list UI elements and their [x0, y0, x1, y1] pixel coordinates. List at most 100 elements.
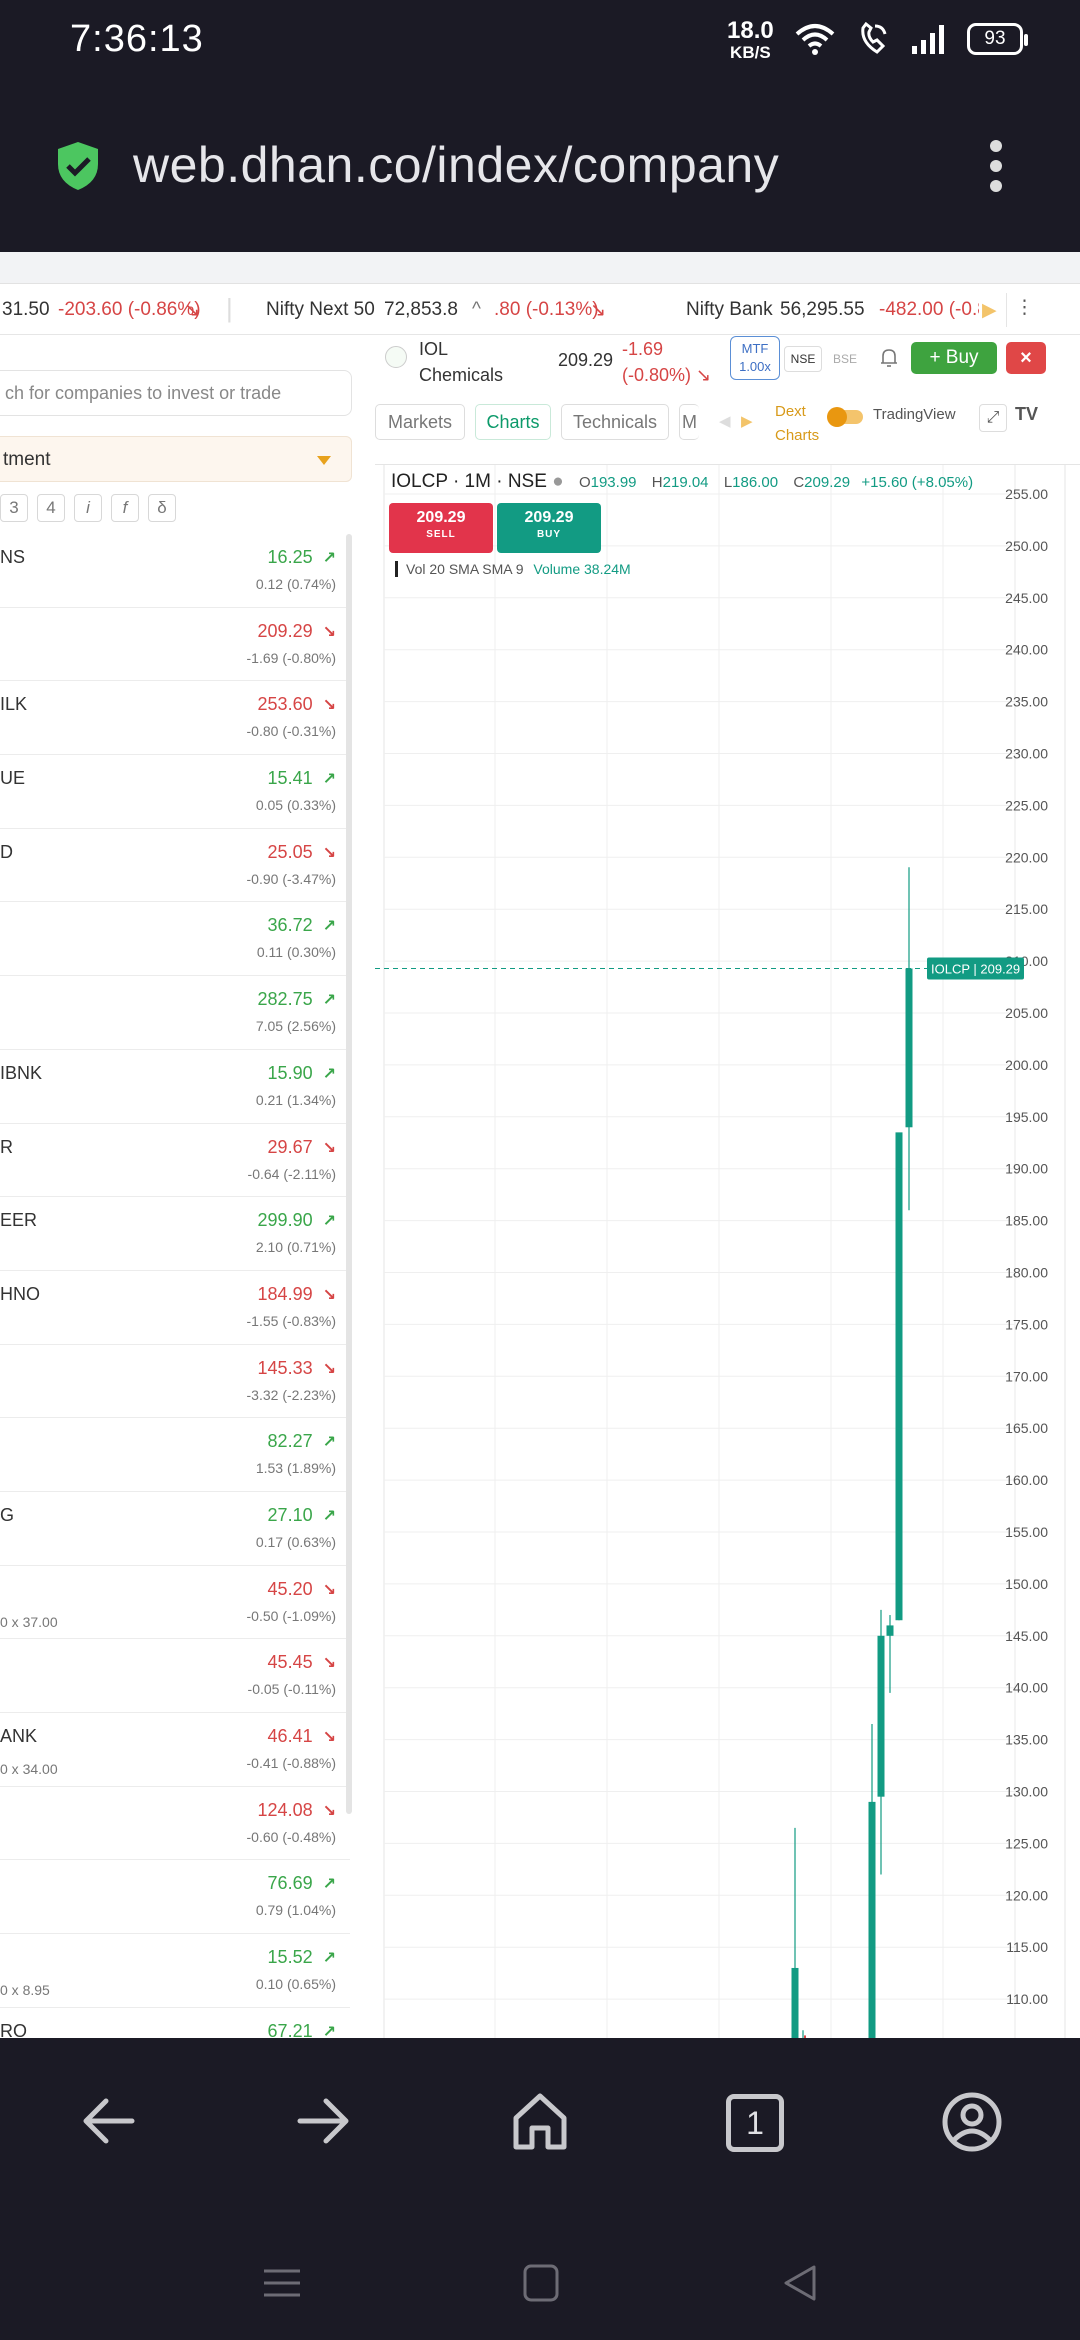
down-arrow-icon: ↘ — [696, 365, 712, 385]
expand-icon[interactable]: ⤢ — [979, 404, 1007, 432]
list-item[interactable]: EER 299.90 ↗ 2.10 (0.71%) — [0, 1197, 350, 1271]
price-chart[interactable]: 255.00 250.00 245.00 240.00 235.00 230.00 225.… — [375, 464, 1080, 2038]
y-axis-tick-label: 140.00 — [1005, 1680, 1048, 1696]
buy-button[interactable]: + Buy — [911, 342, 997, 374]
list-item[interactable]: R 29.67 ↘ -0.64 (-2.11%) — [0, 1124, 350, 1198]
watchlist-chip[interactable]: 3 — [0, 494, 28, 522]
stock-change: 0.21 (1.34%) — [255, 1091, 336, 1108]
up-arrow-icon: ↗ — [322, 1065, 336, 1083]
list-item[interactable]: 76.69 ↗ 0.79 (1.04%) — [0, 1860, 350, 1935]
list-item[interactable]: 0 x 8.95 15.52 ↗ 0.10 (0.65%) — [0, 1934, 350, 2008]
stock-price: 145.33 — [257, 1357, 313, 1378]
candle-body — [868, 1801, 876, 2038]
list-item[interactable]: 124.08 ↘ -0.60 (-0.48%) — [0, 1787, 350, 1861]
exchange-nse-button[interactable]: NSE — [784, 346, 822, 372]
y-axis-tick-label: 205.00 — [1005, 1005, 1048, 1021]
exchange-bse-button[interactable]: BSE — [826, 346, 864, 372]
list-item[interactable]: G 27.10 ↗ 0.17 (0.63%) — [0, 1492, 350, 1566]
forward-icon[interactable] — [296, 2096, 352, 2146]
list-item[interactable]: RO 67.21 ↗ — [0, 2008, 350, 2038]
y-axis-tick-label: 125.00 — [1005, 1835, 1048, 1851]
more-vertical-icon[interactable]: ⋮ — [1006, 293, 1042, 327]
watchlist-chips: 3 4 i f δ — [0, 494, 176, 524]
volume-legend: Vol 20 SMA SMA 9 Volume 38.24M — [395, 561, 631, 577]
chevron-up-icon[interactable]: ^ — [472, 299, 481, 321]
stock-price-cell: 184.99 ↘ — [258, 1284, 336, 1305]
stock-price-cell: 15.90 ↗ — [268, 1063, 336, 1084]
play-icon[interactable]: ▶ — [982, 299, 997, 322]
scroll-right-icon[interactable]: ▶ — [741, 412, 753, 430]
tab-more[interactable]: M — [679, 404, 699, 440]
list-item[interactable]: 209.29 ↘ -1.69 (-0.80%) — [0, 608, 350, 682]
account-icon[interactable] — [942, 2092, 1002, 2152]
buy-label: BUY — [536, 529, 562, 540]
stock-price: 299.90 — [257, 1210, 313, 1231]
list-item[interactable]: 0 x 37.00 45.20 ↘ -0.50 (-1.09%) — [0, 1566, 350, 1640]
tradingview-logo-icon: TV — [1015, 404, 1039, 424]
down-arrow-icon: ↘ — [322, 1360, 336, 1378]
list-item[interactable]: ILK 253.60 ↘ -0.80 (-0.31%) — [0, 681, 350, 756]
stock-price-cell: 282.75 ↗ — [258, 989, 336, 1010]
watchlist-chip[interactable]: δ — [148, 494, 176, 522]
recent-apps-icon[interactable] — [262, 2263, 302, 2303]
list-item[interactable]: IBNK 15.90 ↗ 0.21 (1.34%) — [0, 1050, 350, 1124]
watchlist-chip[interactable]: 4 — [37, 494, 65, 522]
address-field[interactable]: web.dhan.co/index/company — [133, 136, 779, 194]
stock-price-cell: 76.69 ↗ — [268, 1873, 336, 1894]
close-button[interactable]: × — [1006, 342, 1046, 374]
search-input[interactable]: ch for companies to invest or trade — [0, 370, 352, 416]
list-item[interactable]: 282.75 ↗ 7.05 (2.56%) — [0, 976, 350, 1050]
dext-label-line1: Dext — [775, 403, 806, 420]
stock-name: G — [0, 1504, 15, 1525]
list-item[interactable]: 45.45 ↘ -0.05 (-0.11%) — [0, 1639, 350, 1713]
y-axis-tick-label: 215.00 — [1005, 901, 1048, 917]
home-system-icon[interactable] — [522, 2263, 560, 2303]
list-item[interactable]: D 25.05 ↘ -0.90 (-3.47%) — [0, 829, 350, 903]
watchlist-scrollbar[interactable] — [346, 534, 352, 1814]
segment-dropdown[interactable]: tment — [0, 436, 352, 482]
list-item[interactable]: 82.27 ↗ 1.53 (1.89%) — [0, 1418, 350, 1492]
list-item[interactable]: 145.33 ↘ -3.32 (-2.23%) — [0, 1345, 350, 1419]
stock-price-cell: 15.52 ↗ — [268, 1947, 336, 1968]
back-system-icon[interactable] — [780, 2263, 820, 2303]
scroll-left-icon[interactable]: ◀ — [719, 412, 731, 430]
y-axis-tick-label: 240.00 — [1005, 642, 1048, 658]
y-axis-tick-label: 230.00 — [1005, 746, 1048, 762]
ticker-index-name[interactable]: Nifty Bank — [686, 299, 773, 321]
chart-engine-toggle[interactable] — [827, 407, 863, 427]
wifi-icon — [795, 24, 835, 55]
high-value: 219.04 — [662, 474, 709, 491]
tab-markets[interactable]: Markets — [375, 404, 465, 440]
list-item[interactable]: UE 15.41 ↗ 0.05 (0.33%) — [0, 755, 350, 829]
list-item[interactable]: ANK 0 x 34.00 46.41 ↘ -0.41 (-0.88%) — [0, 1713, 350, 1787]
tab-technicals[interactable]: Technicals — [561, 404, 669, 440]
y-axis-tick-label: 120.00 — [1005, 1887, 1048, 1903]
tab-charts[interactable]: Charts — [475, 404, 551, 440]
list-item[interactable]: NS 16.25 ↗ 0.12 (0.74%) — [0, 534, 350, 608]
ticker-index-name[interactable]: Nifty Next 50 — [266, 299, 375, 321]
stock-price: 184.99 — [257, 1283, 313, 1304]
down-arrow-icon: ↘ — [322, 1139, 336, 1157]
watchlist-chip[interactable]: i — [74, 494, 102, 522]
secure-shield-icon[interactable] — [55, 140, 101, 192]
mtf-value: 1.00x — [739, 359, 771, 374]
chart-canvas[interactable]: 255.00 250.00 245.00 240.00 235.00 230.00 225.… — [375, 465, 1080, 2038]
stock-name: EER — [0, 1210, 38, 1231]
list-item[interactable]: 36.72 ↗ 0.11 (0.30%) — [0, 902, 350, 977]
bell-icon[interactable] — [880, 348, 900, 370]
y-axis-tick-label: 135.00 — [1005, 1732, 1048, 1748]
stock-change: -0.41 (-0.88%) — [246, 1755, 336, 1771]
home-icon[interactable] — [512, 2092, 568, 2150]
back-icon[interactable] — [80, 2096, 136, 2146]
chart-buy-button[interactable]: 209.29 BUY — [497, 503, 601, 553]
mtf-badge[interactable]: MTF 1.00x — [730, 336, 780, 380]
browser-menu-icon[interactable] — [986, 140, 1006, 192]
tabs-switcher-button[interactable]: 1 — [726, 2094, 784, 2152]
list-item[interactable]: HNO 184.99 ↘ -1.55 (-0.83%) — [0, 1271, 350, 1345]
stock-price-cell: 299.90 ↗ — [258, 1210, 336, 1231]
chart-sell-button[interactable]: 209.29 SELL — [389, 503, 493, 553]
stock-price: 67.21 — [267, 2020, 313, 2038]
watchlist-chip[interactable]: f — [111, 494, 139, 522]
web-content: 31.50 -203.60 (-0.86%) ↘ | Nifty Next 50… — [0, 252, 1080, 2038]
last-price-label: IOLCP | 209.29 — [931, 961, 1020, 976]
